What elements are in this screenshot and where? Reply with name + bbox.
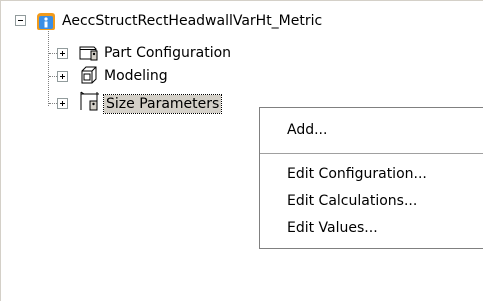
part-family-icon: [37, 13, 55, 30]
collapse-toggle-root[interactable]: [15, 15, 26, 26]
tree-connector: [49, 53, 57, 54]
tree-item-modeling[interactable]: Modeling: [104, 67, 168, 85]
menu-separator: [260, 153, 483, 154]
tree-connector: [49, 103, 57, 104]
tree-connector: [48, 31, 49, 106]
tree-connector: [49, 76, 57, 77]
menu-item-edit-configuration[interactable]: Edit Configuration...: [287, 165, 427, 183]
menu-item-add[interactable]: Add...: [287, 121, 327, 139]
tree-item-size-parameters[interactable]: Size Parameters: [102, 94, 223, 114]
expand-toggle-part-configuration[interactable]: [57, 48, 68, 59]
menu-item-edit-values[interactable]: Edit Values...: [287, 219, 378, 237]
context-menu: Add... Edit Configuration... Edit Calcul…: [259, 107, 483, 249]
tree-root-label[interactable]: AeccStructRectHeadwallVarHt_Metric: [62, 12, 322, 30]
expand-toggle-size-parameters[interactable]: [57, 98, 68, 109]
size-parameters-icon: [80, 91, 99, 111]
modeling-icon: [81, 66, 97, 84]
tree-view-panel: AeccStructRectHeadwallVarHt_Metric Part …: [0, 0, 483, 301]
tree-item-part-configuration[interactable]: Part Configuration: [104, 44, 231, 62]
menu-item-edit-calculations[interactable]: Edit Calculations...: [287, 192, 417, 210]
expand-toggle-modeling[interactable]: [57, 71, 68, 82]
part-configuration-icon: [79, 46, 98, 61]
